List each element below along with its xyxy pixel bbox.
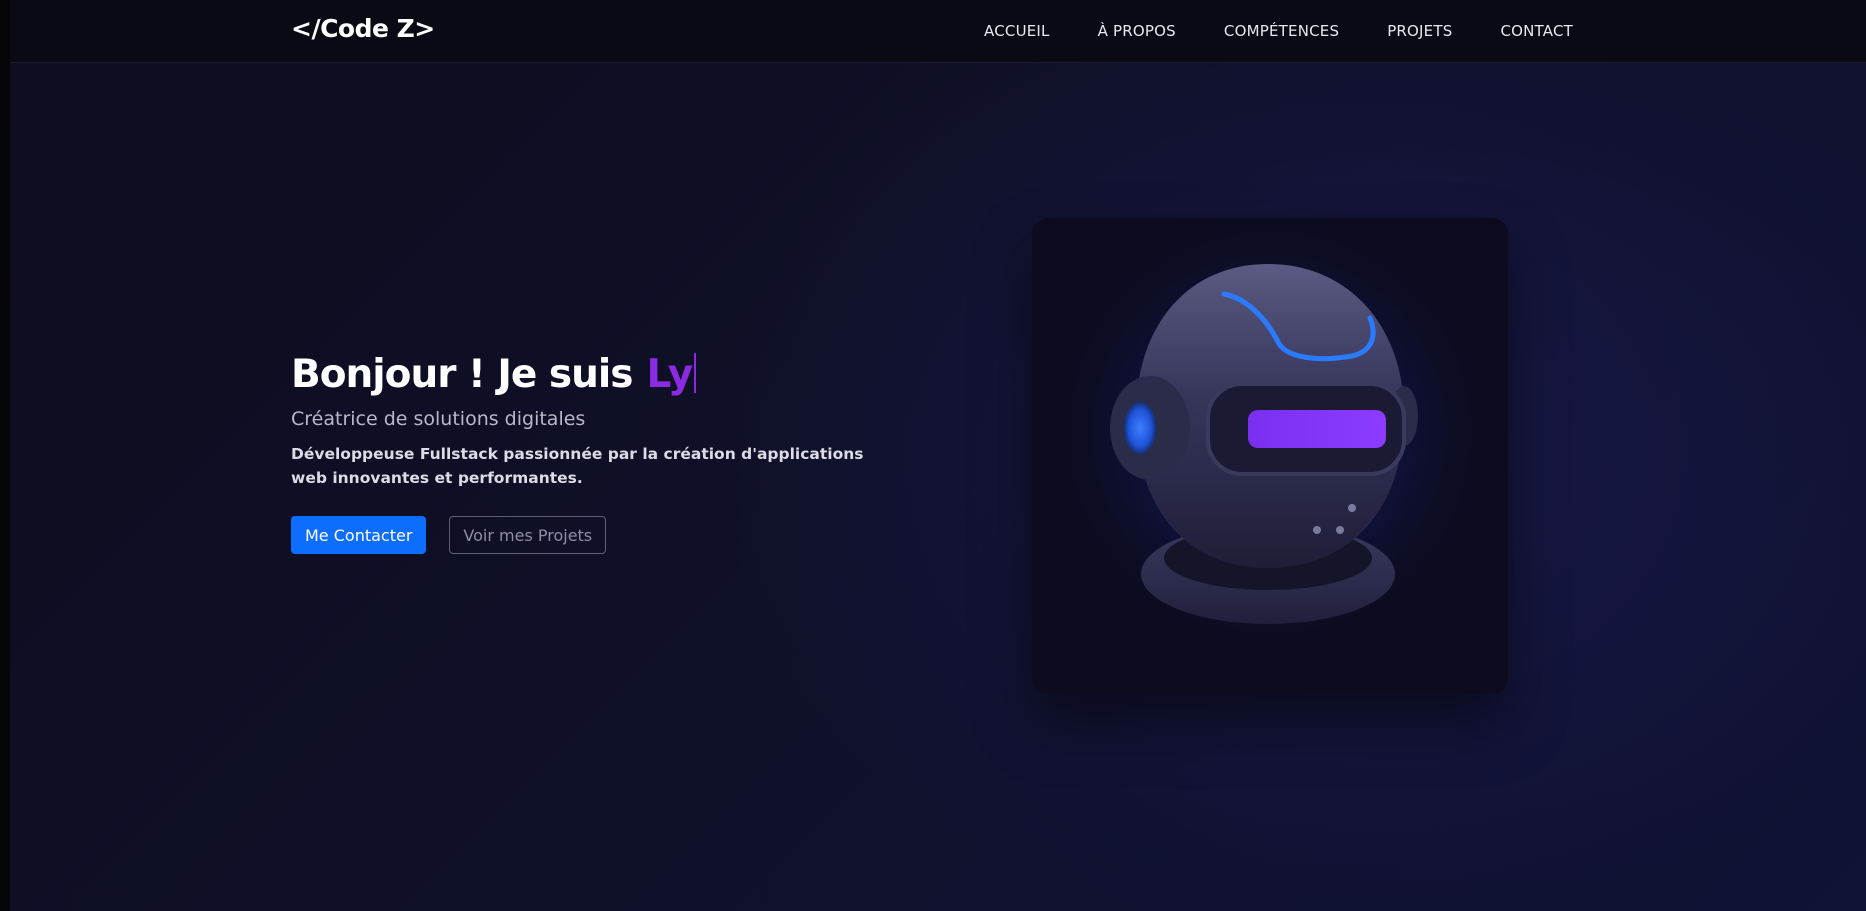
navbar: </Code Z> ACCUEIL À PROPOS COMPÉTENCES P… [10, 0, 1866, 63]
hero-title: Bonjour ! Je suis Ly [291, 348, 931, 402]
nav-links: ACCUEIL À PROPOS COMPÉTENCES PROJETS CON… [984, 22, 1573, 40]
robot-illustration-card [1032, 218, 1508, 694]
robot-dot [1313, 526, 1321, 534]
robot-dot [1348, 504, 1356, 512]
window-edge [0, 0, 10, 911]
page: </Code Z> ACCUEIL À PROPOS COMPÉTENCES P… [0, 0, 1866, 911]
nav-link-a-propos[interactable]: À PROPOS [1098, 22, 1176, 40]
nav-link-projets[interactable]: PROJETS [1387, 22, 1452, 40]
hero-description: Développeuse Fullstack passionnée par la… [291, 445, 864, 487]
contact-button[interactable]: Me Contacter [291, 516, 427, 554]
hero-subtitle: Créatrice de solutions digitales [291, 408, 586, 430]
robot-visor [1248, 410, 1386, 448]
robot-dot [1336, 526, 1344, 534]
nav-link-contact[interactable]: CONTACT [1500, 22, 1573, 40]
hero-greeting: Bonjour ! Je suis [291, 352, 633, 397]
typing-cursor [694, 353, 697, 393]
hero-buttons: Me Contacter Voir mes Projets [291, 516, 931, 554]
view-projects-button[interactable]: Voir mes Projets [449, 516, 607, 554]
robot-helmet-icon [1032, 218, 1508, 694]
robot-ear-left [1124, 402, 1156, 454]
nav-link-accueil[interactable]: ACCUEIL [984, 22, 1050, 40]
site-logo[interactable]: </Code Z> [291, 14, 435, 43]
nav-link-competences[interactable]: COMPÉTENCES [1224, 22, 1339, 40]
hero-typed-name: Ly [646, 352, 693, 397]
hero-section: Bonjour ! Je suis Ly Créatrice de solutio… [291, 348, 931, 554]
